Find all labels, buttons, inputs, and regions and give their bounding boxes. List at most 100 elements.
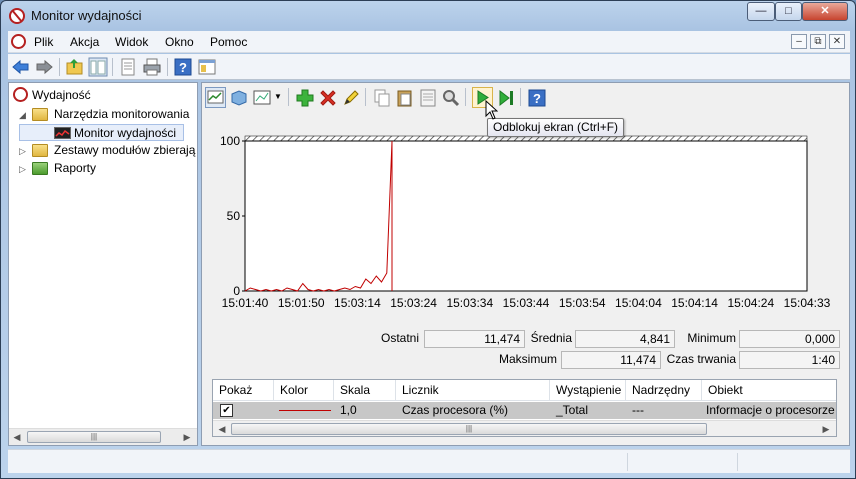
performance-graph: 100500 15:01:40 15:01:50 15:03:14 15:03:24 1… — [220, 134, 831, 310]
column-header-color[interactable]: Kolor — [274, 380, 334, 400]
maximize-button[interactable]: □ — [775, 2, 802, 21]
y-tick-label: 100 — [220, 134, 240, 148]
x-tick-label: 15:03:24 — [390, 296, 437, 310]
x-axis: 15:01:40 15:01:50 15:03:14 15:03:24 15:03:34… — [222, 296, 831, 310]
expand-arrow-icon[interactable]: ▷ — [19, 165, 28, 174]
instance-cell: _Total — [556, 403, 589, 417]
tree-horizontal-scrollbar[interactable]: ◀ ||| ▶ — [9, 428, 197, 445]
navigation-tree: Wydajność ◢ Narzędzia monitorowania Moni… — [8, 82, 198, 446]
title-bar[interactable]: Monitor wydajności — □ ✕ — [1, 1, 855, 31]
scroll-right-arrow-icon[interactable]: ▶ — [181, 431, 193, 443]
main-toolbar: ? — [8, 54, 850, 80]
copy-properties-icon[interactable] — [372, 88, 392, 108]
mmc-panel-icon[interactable] — [197, 57, 217, 77]
perfmon-app-icon — [9, 8, 25, 24]
minimum-value: 0,000 — [739, 330, 840, 348]
scroll-left-arrow-icon[interactable]: ◀ — [11, 431, 23, 443]
update-data-step-icon[interactable] — [496, 88, 516, 108]
mdi-restore-button[interactable]: ⧉ — [810, 34, 826, 49]
app-window: Monitor wydajności — □ ✕ Plik Akcja Wido… — [0, 0, 856, 479]
mdi-close-button[interactable]: ✕ — [829, 34, 845, 49]
scroll-left-arrow-icon[interactable]: ◀ — [216, 423, 228, 435]
status-segment — [737, 453, 850, 471]
graph-type-icon[interactable] — [252, 88, 272, 108]
graph-plot-area — [244, 140, 808, 292]
tree-label: Raporty — [54, 161, 97, 175]
counter-list: Pokaż Kolor Skala Licznik Wystąpienie Na… — [212, 379, 837, 437]
delete-counter-icon[interactable] — [318, 88, 338, 108]
toolbar-separator — [288, 88, 289, 106]
average-value: 4,841 — [575, 330, 675, 348]
column-header-parent[interactable]: Nadrzędny — [626, 380, 702, 400]
counter-list-horizontal-scrollbar[interactable]: ◀ ||| ▶ — [213, 420, 836, 436]
counter-cell: Czas procesora (%) — [402, 403, 509, 417]
tree-label: Narzędzia monitorowania — [54, 107, 190, 121]
properties-icon[interactable] — [118, 57, 138, 77]
toolbar-separator — [365, 88, 366, 106]
column-header-instance[interactable]: Wystąpienie — [550, 380, 626, 400]
x-tick-label: 15:04:14 — [671, 296, 718, 310]
help-icon[interactable]: ? — [173, 57, 193, 77]
y-tick-label: 50 — [227, 209, 241, 223]
mdi-minimize-button[interactable]: – — [791, 34, 807, 49]
scroll-right-arrow-icon[interactable]: ▶ — [820, 423, 832, 435]
y-axis: 100500 — [220, 134, 245, 298]
x-tick-label: 15:03:14 — [334, 296, 381, 310]
color-swatch — [279, 402, 334, 419]
menu-help[interactable]: Pomoc — [210, 35, 247, 49]
x-tick-label: 15:03:54 — [559, 296, 606, 310]
monitor-chart-icon — [54, 127, 71, 139]
parent-cell: --- — [632, 403, 644, 417]
x-tick-label: 15:01:50 — [278, 296, 325, 310]
up-folder-icon[interactable] — [65, 57, 85, 77]
back-arrow-icon[interactable] — [11, 57, 31, 77]
expand-arrow-icon[interactable]: ▷ — [19, 147, 28, 156]
tree-item-performance-monitor[interactable]: Monitor wydajności — [19, 124, 184, 141]
menu-window[interactable]: Okno — [165, 35, 194, 49]
view-graph-type-icon[interactable] — [205, 87, 226, 108]
column-header-scale[interactable]: Skala — [334, 380, 396, 400]
x-tick-label: 15:03:44 — [503, 296, 550, 310]
scrollbar-thumb[interactable]: ||| — [231, 423, 707, 435]
status-bar — [8, 449, 850, 473]
forward-arrow-icon[interactable] — [34, 57, 54, 77]
system-menu-icon[interactable] — [11, 34, 26, 49]
x-tick-label: 15:01:40 — [222, 296, 269, 310]
x-tick-label: 15:04:33 — [784, 296, 831, 310]
tree-label: Zestawy modułów zbierają — [54, 143, 196, 157]
maximum-value: 11,474 — [561, 351, 661, 369]
dropdown-arrow-icon[interactable]: ▼ — [274, 92, 282, 101]
column-header-show[interactable]: Pokaż — [213, 380, 274, 400]
show-hide-tree-icon[interactable] — [88, 57, 108, 77]
menu-file[interactable]: Plik — [34, 35, 53, 49]
change-graph-type-icon[interactable] — [229, 88, 249, 108]
window-title: Monitor wydajności — [31, 8, 142, 23]
properties-sheet-icon[interactable] — [418, 88, 438, 108]
table-row[interactable]: ✔ 1,0 Czas procesora (%) _Total --- Info… — [213, 402, 836, 419]
minimum-label: Minimum — [687, 331, 736, 345]
show-checkbox[interactable]: ✔ — [220, 404, 233, 417]
highlight-pen-icon[interactable] — [341, 88, 361, 108]
perfmon-icon — [13, 87, 28, 102]
menu-action[interactable]: Akcja — [70, 35, 99, 49]
reports-folder-icon — [32, 162, 48, 175]
toolbar-separator — [167, 58, 168, 76]
zoom-icon[interactable] — [441, 88, 461, 108]
average-label: Średnia — [530, 331, 572, 345]
add-counter-icon[interactable] — [295, 88, 315, 108]
toolbar-separator — [59, 58, 60, 76]
x-tick-label: 15:04:04 — [615, 296, 662, 310]
x-tick-label: 15:04:24 — [727, 296, 774, 310]
collapse-arrow-icon[interactable]: ◢ — [19, 111, 28, 120]
paste-counter-list-icon[interactable] — [395, 88, 415, 108]
column-header-object[interactable]: Obiekt — [702, 380, 836, 400]
maximum-label: Maksimum — [498, 352, 557, 366]
help-icon[interactable]: ? — [527, 88, 547, 108]
close-button[interactable]: ✕ — [802, 2, 848, 21]
scrollbar-thumb[interactable]: ||| — [27, 431, 161, 443]
print-icon[interactable] — [142, 57, 162, 77]
column-header-counter[interactable]: Licznik — [396, 380, 550, 400]
status-segment — [627, 453, 737, 471]
menu-view[interactable]: Widok — [115, 35, 148, 49]
minimize-button[interactable]: — — [747, 2, 775, 21]
